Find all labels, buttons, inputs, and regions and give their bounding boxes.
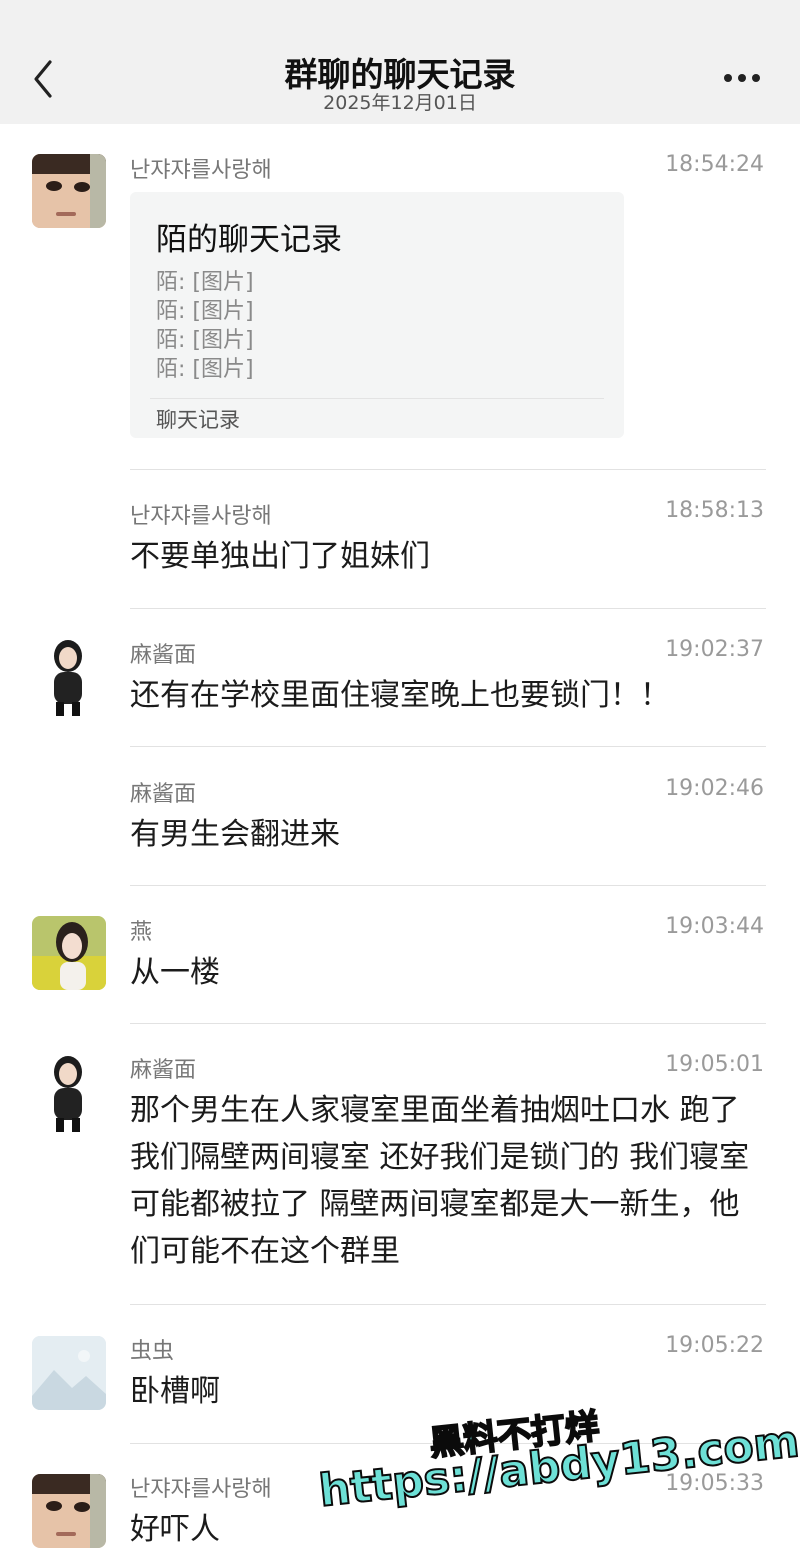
sender-name: 난쟈쟈를사랑해 [130, 1477, 272, 1502]
message-time: 19:02:37 [665, 637, 764, 662]
message-text: 有男生会翻进来 [130, 817, 340, 852]
sender-name: 난쟈쟈를사랑해 [130, 158, 272, 183]
avatar-photo-icon [32, 916, 106, 990]
divider [130, 1304, 766, 1305]
divider [130, 746, 766, 747]
avatar-face-icon [32, 1474, 106, 1548]
card-footer: 聊天记录 [156, 408, 240, 432]
avatar[interactable] [32, 1474, 106, 1548]
message-time: 19:05:01 [665, 1052, 764, 1077]
sender-name: 虫虫 [130, 1339, 175, 1364]
card-title: 陌的聊天记录 [156, 222, 342, 258]
chat-record-card[interactable]: 陌的聊天记录 陌: [图片] 陌: [图片] 陌: [图片] 陌: [图片] 聊… [130, 192, 624, 438]
message-time: 19:02:46 [665, 776, 764, 801]
page-date: 2025年12月01日 [323, 92, 477, 114]
sender-name: 麻酱面 [130, 1058, 197, 1083]
sender-name: 麻酱面 [130, 643, 197, 668]
avatar[interactable] [32, 1336, 106, 1410]
avatar-sticker-icon [54, 1056, 82, 1132]
message-text: 还有在学校里面住寝室晚上也要锁门！！ [130, 678, 670, 713]
message-time: 19:05:22 [665, 1333, 764, 1358]
message-text: 不要单独出门了姐妹们 [130, 539, 430, 574]
avatar-sticker-icon [54, 640, 82, 716]
sender-name: 난쟈쟈를사랑해 [130, 504, 272, 529]
message-text: 好吓人 [130, 1512, 220, 1547]
divider [130, 608, 766, 609]
message-time: 19:03:44 [665, 914, 764, 939]
message-text: 那个男生在人家寝室里面坐着抽烟吐口水 跑了我们隔壁两间寝室 还好我们是锁门的 我… [130, 1093, 750, 1269]
sender-name: 燕 [130, 920, 153, 945]
sender-name: 麻酱面 [130, 782, 197, 807]
avatar-landscape-icon [32, 1336, 106, 1410]
message-time: 18:54:24 [665, 152, 764, 177]
card-line: 陌: [图片] [156, 270, 254, 295]
divider [130, 1023, 766, 1024]
card-divider [150, 398, 604, 399]
more-icon[interactable] [718, 66, 766, 90]
message-text: 卧槽啊 [130, 1374, 220, 1409]
nav-header: 群聊的聊天记录 2025年12月01日 [0, 0, 800, 124]
card-line: 陌: [图片] [156, 328, 254, 353]
message-time: 18:58:13 [665, 498, 764, 523]
message-text: 从一楼 [130, 955, 220, 990]
divider [130, 885, 766, 886]
card-line: 陌: [图片] [156, 299, 254, 324]
avatar-face-icon [32, 154, 106, 228]
avatar[interactable] [44, 1054, 92, 1134]
avatar[interactable] [44, 638, 92, 718]
avatar[interactable] [32, 916, 106, 990]
avatar[interactable] [32, 154, 106, 228]
divider [130, 469, 766, 470]
card-line: 陌: [图片] [156, 357, 254, 382]
